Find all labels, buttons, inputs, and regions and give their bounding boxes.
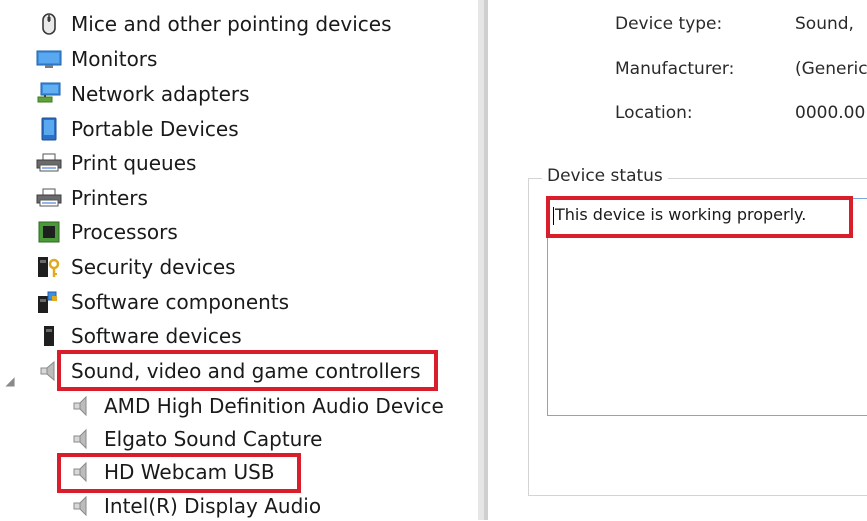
network-adapter-icon	[36, 82, 62, 106]
manufacturer-label: Manufacturer:	[615, 59, 735, 79]
tree-item-mice[interactable]: Mice and other pointing devices	[36, 9, 392, 39]
device-status-textbox[interactable]	[547, 198, 867, 416]
tree-item-label: Sound, video and game controllers	[71, 359, 421, 383]
tree-item-label: AMD High Definition Audio Device	[104, 394, 444, 418]
device-type-label: Device type:	[615, 14, 723, 34]
tree-item-print-queues[interactable]: Print queues	[36, 148, 196, 178]
tree-item-printers[interactable]: Printers	[36, 183, 148, 213]
security-device-icon	[36, 255, 62, 279]
tree-item-label: Processors	[71, 220, 178, 244]
tree-item-software-devices[interactable]: Software devices	[36, 321, 242, 351]
printer-icon	[36, 186, 62, 210]
tree-item-label: HD Webcam USB	[104, 460, 275, 484]
tree-item-label: Mice and other pointing devices	[71, 12, 392, 36]
device-type-value: Sound,	[795, 14, 854, 34]
tree-item-portable-devices[interactable]: Portable Devices	[36, 114, 239, 144]
tree-item-elgato-sound-capture[interactable]: Elgato Sound Capture	[69, 424, 322, 454]
print-queue-icon	[36, 151, 62, 175]
tree-item-label: Network adapters	[71, 82, 250, 106]
location-label: Location:	[615, 103, 693, 123]
speaker-icon	[69, 460, 95, 484]
device-status-title: Device status	[542, 166, 668, 186]
tree-item-security-devices[interactable]: Security devices	[36, 252, 236, 282]
tree-item-label: Print queues	[71, 151, 197, 175]
mouse-icon	[36, 12, 62, 36]
tree-item-label: Elgato Sound Capture	[104, 427, 323, 451]
tree-item-monitors[interactable]: Monitors	[36, 44, 157, 74]
processor-icon	[36, 220, 62, 244]
manufacturer-value: (Generic	[795, 59, 867, 79]
device-status-text: This device is working properly.	[555, 205, 807, 224]
tree-item-label: Security devices	[71, 255, 236, 279]
tree-item-intel-display-audio[interactable]: Intel(R) Display Audio	[69, 491, 321, 521]
location-value: 0000.00	[795, 103, 866, 123]
tree-item-label: Printers	[71, 186, 148, 210]
software-component-icon	[36, 290, 62, 314]
monitor-icon	[36, 47, 62, 71]
tree-item-sound-video-game-controllers[interactable]: Sound, video and game controllers	[36, 356, 421, 386]
tree-item-label: Software components	[71, 290, 290, 314]
tree-item-network-adapters[interactable]: Network adapters	[36, 79, 250, 109]
text-caret	[553, 207, 554, 225]
speaker-icon	[36, 359, 62, 383]
tree-item-label: Intel(R) Display Audio	[104, 494, 322, 518]
software-device-icon	[36, 324, 62, 348]
speaker-icon	[69, 394, 95, 418]
tree-item-software-components[interactable]: Software components	[36, 287, 289, 317]
device-tree: Mice and other pointing devices Monitors…	[0, 0, 470, 520]
tree-item-label: Monitors	[71, 47, 158, 71]
tree-item-label: Software devices	[71, 324, 242, 348]
speaker-icon	[69, 427, 95, 451]
chevron-down-icon[interactable]: ◢	[3, 374, 17, 388]
speaker-icon	[69, 494, 95, 518]
tree-item-label: Portable Devices	[71, 117, 239, 141]
portable-device-icon	[36, 117, 62, 141]
device-properties-panel: Device type: Sound, Manufacturer: (Gener…	[488, 0, 867, 520]
tree-item-amd-audio[interactable]: AMD High Definition Audio Device	[69, 391, 444, 421]
tree-item-processors[interactable]: Processors	[36, 217, 178, 247]
tree-item-hd-webcam-usb[interactable]: HD Webcam USB	[69, 457, 275, 487]
